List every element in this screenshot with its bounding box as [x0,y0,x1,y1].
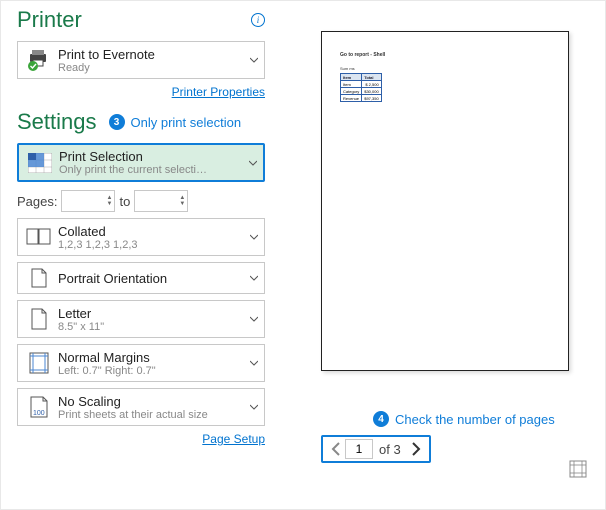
preview-th-0: Item [341,74,362,81]
preview-cell: $30,000 [362,88,381,95]
collate-selector[interactable]: Collated 1,2,3 1,2,3 1,2,3 [17,218,265,256]
paper-line2: 8.5" x 11" [58,321,258,333]
next-page-button[interactable] [407,442,425,456]
margins-line1: Normal Margins [58,350,258,365]
chevron-down-icon [249,159,257,167]
annotation-4: 4 Check the number of pages [373,411,601,427]
preview-table: Item Total Item $ 2,500 Category $30,000… [340,73,382,102]
print-area-line2: Only print the current selecti… [59,164,257,176]
chevron-down-icon [250,233,258,241]
preview-subtitle: Sum ms [340,66,550,71]
collate-icon [24,228,54,246]
collate-line1: Collated [58,224,258,239]
pages-from-input[interactable]: ▲ ▼ [61,190,115,212]
print-area-selector[interactable]: Print Selection Only print the current s… [17,143,265,182]
info-icon[interactable]: i [251,13,265,27]
orientation-line1: Portrait Orientation [58,271,258,286]
pages-row: Pages: ▲ ▼ to ▲ ▼ [17,190,265,212]
chevron-down-icon [250,315,258,323]
pages-to-value[interactable] [135,194,171,208]
printer-title: Printer [17,7,82,33]
margins-line2: Left: 0.7" Right: 0.7" [58,365,258,377]
svg-text:100: 100 [33,410,45,417]
pager-highlight: of 3 [321,435,431,463]
settings-title: Settings [17,109,97,135]
printer-properties-link[interactable]: Printer Properties [172,85,265,99]
printer-status: Ready [58,62,258,74]
paper-size-selector[interactable]: Letter 8.5" x 11" [17,300,265,338]
print-area-line1: Print Selection [59,149,257,164]
current-page-input[interactable] [345,439,373,459]
portrait-icon [24,268,54,288]
annotation-3: 3 Only print selection [109,114,242,130]
prev-page-button[interactable] [327,442,345,456]
pages-label: Pages: [17,194,57,209]
preview-cell: Item [341,81,362,88]
scaling-line2: Print sheets at their actual size [58,409,258,421]
preview-cell: $ 2,500 [362,81,381,88]
margins-icon [24,352,54,374]
chevron-down-icon [250,403,258,411]
chevron-down-icon [250,56,258,64]
pages-from-value[interactable] [62,194,98,208]
scaling-icon: 100 [24,396,54,418]
preview-cell: Category [341,88,362,95]
margins-selector[interactable]: Normal Margins Left: 0.7" Right: 0.7" [17,344,265,382]
page-setup-link[interactable]: Page Setup [202,432,265,446]
collate-line2: 1,2,3 1,2,3 1,2,3 [58,239,258,251]
annotation-4-number: 4 [373,411,389,427]
scaling-selector[interactable]: 100 No Scaling Print sheets at their act… [17,388,265,426]
show-margins-button[interactable] [569,460,587,481]
scaling-line1: No Scaling [58,394,258,409]
paper-line1: Letter [58,306,258,321]
page-of-text: of 3 [379,442,401,457]
print-preview: Go to report - Shell Sum ms Item Total I… [321,31,569,371]
preview-th-1: Total [362,74,381,81]
pages-to-label: to [119,194,130,209]
spin-down-icon[interactable]: ▼ [107,201,113,207]
orientation-selector[interactable]: Portrait Orientation [17,262,265,294]
printer-ready-icon [24,48,54,72]
page-icon [24,308,54,330]
page-navigator: of 3 [327,439,425,459]
spin-down-icon[interactable]: ▼ [179,201,185,207]
annotation-3-text: Only print selection [131,115,242,130]
print-selection-icon [25,153,55,173]
preview-cell: Revenue [341,95,362,102]
chevron-down-icon [250,359,258,367]
printer-name: Print to Evernote [58,47,258,62]
preview-doc-title: Go to report - Shell [340,52,550,58]
printer-selector[interactable]: Print to Evernote Ready [17,41,265,79]
annotation-3-number: 3 [109,114,125,130]
annotation-4-text: Check the number of pages [395,412,555,427]
chevron-down-icon [250,274,258,282]
pages-to-input[interactable]: ▲ ▼ [134,190,188,212]
preview-cell: $97,350 [362,95,381,102]
